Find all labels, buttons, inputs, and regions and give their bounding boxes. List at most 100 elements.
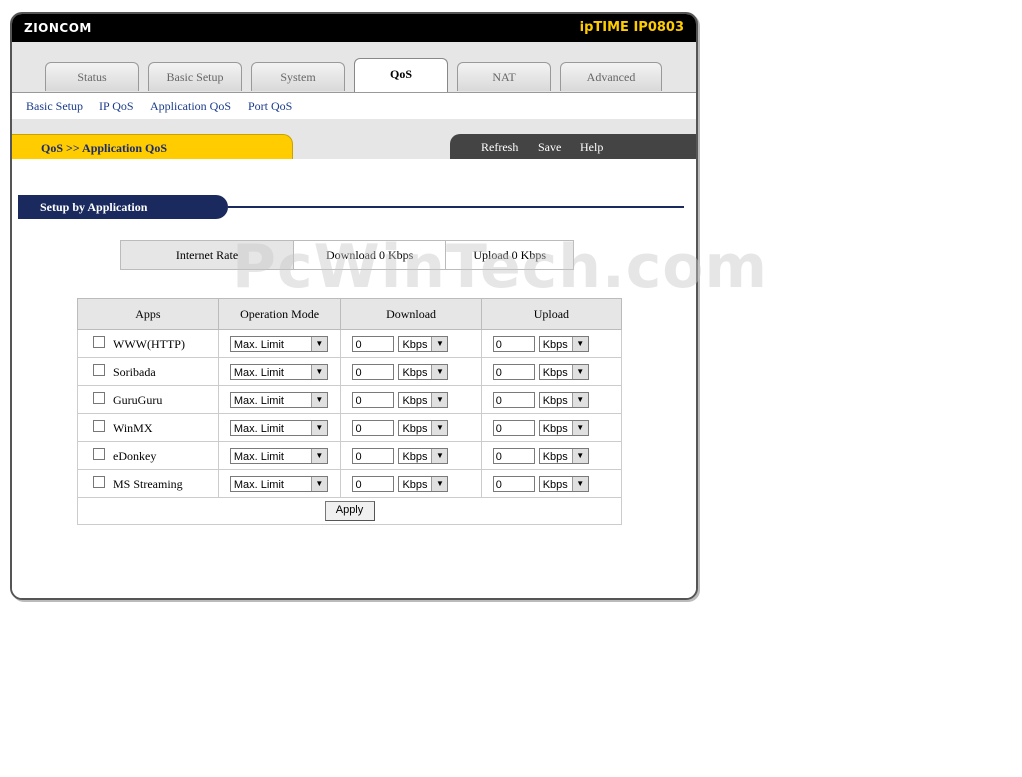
upload-unit-select[interactable]: Kbps ▼ xyxy=(538,419,589,436)
upload-unit-select[interactable]: Kbps ▼ xyxy=(538,363,589,380)
operation-mode-select[interactable]: Max. Limit ▼ xyxy=(229,447,328,464)
subnav-port-qos[interactable]: Port QoS xyxy=(248,99,292,114)
upload-cell: 0 Kbps ▼ xyxy=(480,441,623,470)
subnav-basic-setup[interactable]: Basic Setup xyxy=(26,99,83,114)
download-unit-select[interactable]: Kbps ▼ xyxy=(398,391,449,408)
tab-basic-setup[interactable]: Basic Setup xyxy=(148,62,242,91)
download-input[interactable]: 0 xyxy=(352,475,395,492)
upload-unit-select[interactable]: Kbps ▼ xyxy=(538,447,589,464)
internet-rate-label: Internet Rate xyxy=(120,240,294,270)
upload-cell: 0 Kbps ▼ xyxy=(480,329,623,358)
operation-mode-value: Max. Limit xyxy=(233,478,284,491)
upload-unit-select[interactable]: Kbps ▼ xyxy=(538,335,589,352)
help-button[interactable]: Help xyxy=(580,140,603,155)
app-enable-checkbox[interactable] xyxy=(93,363,105,376)
dropdown-arrow-icon: ▼ xyxy=(310,420,327,435)
download-input[interactable]: 0 xyxy=(352,335,395,352)
table-row: WWW(HTTP) Max. Limit ▼ 0 Kbps ▼ 0 Kbps ▼ xyxy=(77,329,623,358)
download-unit-select[interactable]: Kbps ▼ xyxy=(398,419,449,436)
operation-mode-select[interactable]: Max. Limit ▼ xyxy=(229,363,328,380)
subnav-application-qos[interactable]: Application QoS xyxy=(150,99,231,114)
download-cell: 0 Kbps ▼ xyxy=(340,441,482,470)
model-name: ipTIME IP0803 xyxy=(579,20,684,35)
download-unit-select[interactable]: Kbps ▼ xyxy=(398,335,449,352)
dropdown-arrow-icon: ▼ xyxy=(571,476,588,491)
dropdown-arrow-icon: ▼ xyxy=(571,392,588,407)
dropdown-arrow-icon: ▼ xyxy=(310,476,327,491)
dropdown-arrow-icon: ▼ xyxy=(431,364,448,379)
mode-cell: Max. Limit ▼ xyxy=(217,441,342,470)
download-unit-select[interactable]: Kbps ▼ xyxy=(398,447,449,464)
operation-mode-select[interactable]: Max. Limit ▼ xyxy=(229,419,328,436)
operation-mode-select[interactable]: Max. Limit ▼ xyxy=(229,391,328,408)
mode-cell: Max. Limit ▼ xyxy=(217,329,342,358)
download-unit-select[interactable]: Kbps ▼ xyxy=(398,475,449,492)
app-enable-checkbox[interactable] xyxy=(93,335,105,348)
app-enable-checkbox[interactable] xyxy=(93,419,105,432)
upload-input[interactable]: 0 xyxy=(492,447,535,464)
upload-unit-select[interactable]: Kbps ▼ xyxy=(538,391,589,408)
download-input[interactable]: 0 xyxy=(352,363,395,380)
upload-cell: 0 Kbps ▼ xyxy=(480,413,623,442)
app-enable-checkbox[interactable] xyxy=(93,447,105,460)
operation-mode-value: Max. Limit xyxy=(233,366,284,379)
dropdown-arrow-icon: ▼ xyxy=(571,420,588,435)
save-button[interactable]: Save xyxy=(538,140,561,155)
download-cell: 0 Kbps ▼ xyxy=(340,413,482,442)
download-unit-select[interactable]: Kbps ▼ xyxy=(398,363,449,380)
app-enable-checkbox[interactable] xyxy=(93,475,105,488)
dropdown-arrow-icon: ▼ xyxy=(431,336,448,351)
brand-logo: ZIONCOM xyxy=(24,21,92,35)
router-admin-frame: ZIONCOM ipTIME IP0803 Status Basic Setup… xyxy=(10,12,698,600)
col-apps: Apps xyxy=(77,298,219,330)
mode-cell: Max. Limit ▼ xyxy=(217,413,342,442)
tab-system[interactable]: System xyxy=(251,62,345,91)
operation-mode-value: Max. Limit xyxy=(233,450,284,463)
app-cell: GuruGuru xyxy=(77,385,219,414)
tab-advanced[interactable]: Advanced xyxy=(560,62,662,91)
download-unit-value: Kbps xyxy=(402,450,428,463)
action-bar: Refresh Save Help xyxy=(450,134,696,159)
sub-navigation: Basic Setup IP QoS Application QoS Port … xyxy=(12,92,696,120)
subnav-ip-qos[interactable]: IP QoS xyxy=(99,99,134,114)
col-operation-mode: Operation Mode xyxy=(217,298,342,330)
tab-status[interactable]: Status xyxy=(45,62,139,91)
download-cell: 0 Kbps ▼ xyxy=(340,469,482,498)
upload-unit-value: Kbps xyxy=(542,450,568,463)
upload-unit-value: Kbps xyxy=(542,366,568,379)
download-input[interactable]: 0 xyxy=(352,419,395,436)
download-cell: 0 Kbps ▼ xyxy=(340,357,482,386)
upload-input[interactable]: 0 xyxy=(492,363,535,380)
table-header-row: Apps Operation Mode Download Upload xyxy=(77,298,623,330)
operation-mode-select[interactable]: Max. Limit ▼ xyxy=(229,475,328,492)
upload-unit-value: Kbps xyxy=(542,338,568,351)
refresh-button[interactable]: Refresh xyxy=(481,140,518,155)
upload-input[interactable]: 0 xyxy=(492,419,535,436)
download-unit-value: Kbps xyxy=(402,478,428,491)
upload-input[interactable]: 0 xyxy=(492,391,535,408)
tab-qos[interactable]: QoS xyxy=(354,58,448,93)
upload-cell: 0 Kbps ▼ xyxy=(480,385,623,414)
apply-button[interactable]: Apply xyxy=(324,501,375,521)
app-cell: MS Streaming xyxy=(77,469,219,498)
download-input[interactable]: 0 xyxy=(352,391,395,408)
app-enable-checkbox[interactable] xyxy=(93,391,105,404)
download-input[interactable]: 0 xyxy=(352,447,395,464)
upload-unit-select[interactable]: Kbps ▼ xyxy=(538,475,589,492)
app-cell: Soribada xyxy=(77,357,219,386)
tab-nat[interactable]: NAT xyxy=(457,62,551,91)
upload-input[interactable]: 0 xyxy=(492,335,535,352)
dropdown-arrow-icon: ▼ xyxy=(571,336,588,351)
download-unit-value: Kbps xyxy=(402,338,428,351)
upload-input[interactable]: 0 xyxy=(492,475,535,492)
download-cell: 0 Kbps ▼ xyxy=(340,385,482,414)
section-title: Setup by Application xyxy=(40,200,148,214)
main-tab-bar: Status Basic Setup System QoS NAT Advanc… xyxy=(12,42,696,93)
mode-cell: Max. Limit ▼ xyxy=(217,469,342,498)
operation-mode-select[interactable]: Max. Limit ▼ xyxy=(229,335,328,352)
apply-row: Apply xyxy=(77,497,622,525)
breadcrumb-text: QoS >> Application QoS xyxy=(41,141,168,155)
upload-rate: Upload 0 Kbps xyxy=(445,240,574,270)
col-download: Download xyxy=(340,298,482,330)
app-cell: WWW(HTTP) xyxy=(77,329,219,358)
